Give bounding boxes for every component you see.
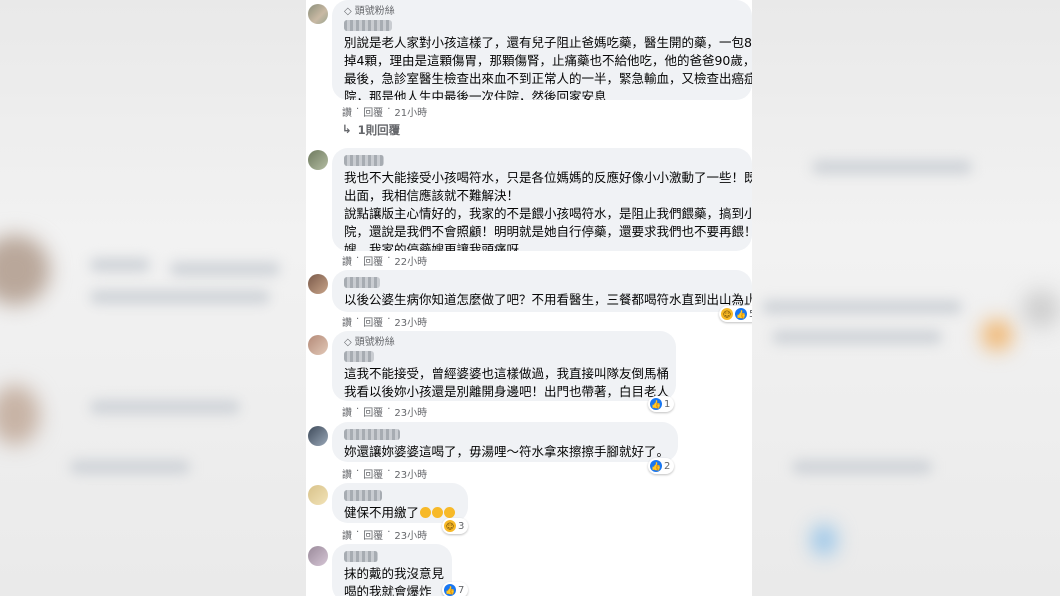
avatar[interactable] bbox=[308, 4, 328, 24]
commenter-name-blurred[interactable] bbox=[344, 155, 384, 166]
commenter-name-blurred[interactable] bbox=[344, 20, 392, 31]
timestamp: 22小時 bbox=[394, 257, 428, 268]
comment-actions: 讚 · 回覆 · 22小時 bbox=[342, 253, 428, 268]
comment-bubble: 我也不大能接受小孩喝符水，只是各位媽媽的反應好像小小激動了一些！既 出面，我相信… bbox=[332, 148, 752, 251]
timestamp: 21小時 bbox=[394, 108, 428, 119]
avatar[interactable] bbox=[308, 485, 328, 505]
comment-bubble: ◇ 頭號粉絲 這我不能接受，曾經婆婆也這樣做過，我直接叫隊友倒馬桶 我看以後妳小孩… bbox=[332, 331, 676, 401]
comment-bubble: 健保不用繳了 bbox=[332, 483, 468, 523]
reaction-count: 2 bbox=[664, 460, 671, 472]
comment-bubble: ◇ 頭號粉絲 別說是老人家對小孩這樣了，還有兒子阻止爸媽吃藥，醫生開的藥，一包8 … bbox=[332, 0, 752, 100]
comment-actions: 讚 · 回覆 · 23小時 bbox=[342, 527, 428, 542]
replies-count: 1則回覆 bbox=[357, 123, 401, 137]
comment-text-line: 我也不大能接受小孩喝符水，只是各位媽媽的反應好像小小激動了一些！既 bbox=[344, 170, 752, 185]
comment-text-line: 健保不用繳了 bbox=[344, 504, 456, 522]
comment-text-line: 嫂，我家的停藥嫂更讓我頭痛呀..... bbox=[344, 242, 539, 251]
comment-text-line: 抹的戴的我沒意見 bbox=[344, 566, 445, 581]
comment-text-line: 最後，急診室醫生檢查出來血不到正常人的一半，緊急輸血，又檢查出癌症 bbox=[344, 71, 752, 86]
comment-text-line: 說點讓版主心情好的，我家的不是餵小孩喝符水，是阻止我們餵藥，搞到小 bbox=[344, 206, 752, 221]
reaction-summary[interactable]: ☺ 👍 5 bbox=[719, 306, 752, 322]
comment-text-line: 喝的我就會爆炸 bbox=[344, 584, 432, 596]
commenter-name-blurred[interactable] bbox=[344, 551, 378, 562]
top-fan-badge: ◇ 頭號粉絲 bbox=[344, 5, 740, 18]
comment-actions: 讚 · 回覆 · 23小時 bbox=[342, 404, 428, 419]
comment-text-line: 院，還說是我們不會照顧！明明就是她自行停藥，還要求我們也不要再餵！ bbox=[344, 224, 752, 239]
badge-label: 頭號粉絲 bbox=[354, 337, 395, 348]
comment-text-line: 以後公婆生病你知道怎麼做了吧？不用看醫生，三餐都喝符水直到出山為止 bbox=[344, 292, 752, 307]
diamond-icon: ◇ bbox=[344, 6, 352, 17]
reaction-summary[interactable]: 👍 1 bbox=[648, 396, 675, 412]
reply-button[interactable]: 回覆 bbox=[363, 253, 383, 268]
like-button[interactable]: 讚 bbox=[342, 527, 352, 542]
reaction-count: 5 bbox=[749, 309, 752, 320]
reaction-count: 1 bbox=[664, 398, 671, 410]
avatar[interactable] bbox=[308, 426, 328, 446]
laughing-emoji-icon bbox=[420, 507, 432, 518]
avatar[interactable] bbox=[308, 546, 328, 566]
like-button[interactable]: 讚 bbox=[342, 104, 352, 119]
comment-text-line: 我看以後妳小孩還是別離開身邊吧！出門也帶著，白目老人 bbox=[344, 384, 670, 399]
reaction-count: 7 bbox=[458, 584, 465, 596]
view-replies-link[interactable]: ↳ 1則回覆 bbox=[342, 122, 400, 138]
laughing-emoji-icon bbox=[444, 507, 456, 518]
comment-text: 健保不用繳了 bbox=[344, 505, 420, 520]
like-button[interactable]: 讚 bbox=[342, 466, 352, 481]
blurred-background-right bbox=[752, 0, 1060, 596]
comment-bubble: 妳還讓妳婆婆這喝了，毋湯哩～符水拿來擦擦手腳就好了。 bbox=[332, 422, 678, 462]
comment-text-line: 這我不能接受，曾經婆婆也這樣做過，我直接叫隊友倒馬桶 bbox=[344, 366, 670, 381]
like-reaction-icon: 👍 bbox=[650, 398, 662, 410]
laughing-emoji-icon bbox=[432, 507, 444, 518]
comment-actions: 讚 · 回覆 · 21小時 bbox=[342, 104, 428, 119]
commenter-name-blurred[interactable] bbox=[344, 490, 382, 501]
timestamp: 23小時 bbox=[394, 470, 428, 481]
reaction-summary[interactable]: 👍 7 bbox=[442, 582, 469, 596]
like-reaction-icon: 👍 bbox=[444, 584, 456, 596]
avatar[interactable] bbox=[308, 335, 328, 355]
comment-text-line: 出面，我相信應該就不難解決！ bbox=[344, 188, 520, 203]
reaction-summary[interactable]: 👍 2 bbox=[648, 458, 675, 474]
comment-actions: 讚 · 回覆 · 23小時 bbox=[342, 314, 428, 329]
blurred-background-left bbox=[0, 0, 306, 596]
reply-arrow-icon: ↳ bbox=[342, 122, 352, 136]
commenter-name-blurred[interactable] bbox=[344, 277, 380, 288]
like-button[interactable]: 讚 bbox=[342, 253, 352, 268]
reply-button[interactable]: 回覆 bbox=[363, 404, 383, 419]
reaction-summary[interactable]: ☺ 3 bbox=[442, 518, 469, 534]
like-reaction-icon: 👍 bbox=[735, 308, 747, 320]
badge-label: 頭號粉絲 bbox=[354, 6, 395, 17]
timestamp: 23小時 bbox=[394, 318, 428, 329]
comment-bubble: 以後公婆生病你知道怎麼做了吧？不用看醫生，三餐都喝符水直到出山為止 bbox=[332, 270, 752, 312]
haha-reaction-icon: ☺ bbox=[444, 520, 456, 532]
comment-text-line: 妳還讓妳婆婆這喝了，毋湯哩～符水拿來擦擦手腳就好了。 bbox=[344, 444, 670, 459]
like-reaction-icon: 👍 bbox=[650, 460, 662, 472]
timestamp: 23小時 bbox=[394, 408, 428, 419]
like-button[interactable]: 讚 bbox=[342, 314, 352, 329]
reaction-count: 3 bbox=[458, 520, 465, 532]
comment-text-line: 掉4顆，理由是這顆傷胃，那顆傷腎，止痛藥也不給他吃，他的爸爸90歲， bbox=[344, 53, 752, 68]
comment-actions: 讚 · 回覆 · 23小時 bbox=[342, 466, 428, 481]
like-button[interactable]: 讚 bbox=[342, 404, 352, 419]
top-fan-badge: ◇ 頭號粉絲 bbox=[344, 336, 664, 349]
haha-reaction-icon: ☺ bbox=[721, 308, 733, 320]
reply-button[interactable]: 回覆 bbox=[363, 466, 383, 481]
reply-button[interactable]: 回覆 bbox=[363, 314, 383, 329]
avatar[interactable] bbox=[308, 150, 328, 170]
commenter-name-blurred[interactable] bbox=[344, 429, 400, 440]
comment-bubble: 抹的戴的我沒意見 喝的我就會爆炸 bbox=[332, 544, 452, 596]
comments-panel: ◇ 頭號粉絲 別說是老人家對小孩這樣了，還有兒子阻止爸媽吃藥，醫生開的藥，一包8 … bbox=[306, 0, 752, 596]
avatar[interactable] bbox=[308, 274, 328, 294]
timestamp: 23小時 bbox=[394, 531, 428, 542]
comment-text-line: 別說是老人家對小孩這樣了，還有兒子阻止爸媽吃藥，醫生開的藥，一包8 bbox=[344, 35, 752, 50]
comment-text-line: 院，那是他人生中最後一次住院，然後回家安息 bbox=[344, 89, 607, 100]
commenter-name-blurred[interactable] bbox=[344, 351, 374, 362]
reply-button[interactable]: 回覆 bbox=[363, 104, 383, 119]
reply-button[interactable]: 回覆 bbox=[363, 527, 383, 542]
diamond-icon: ◇ bbox=[344, 337, 352, 348]
